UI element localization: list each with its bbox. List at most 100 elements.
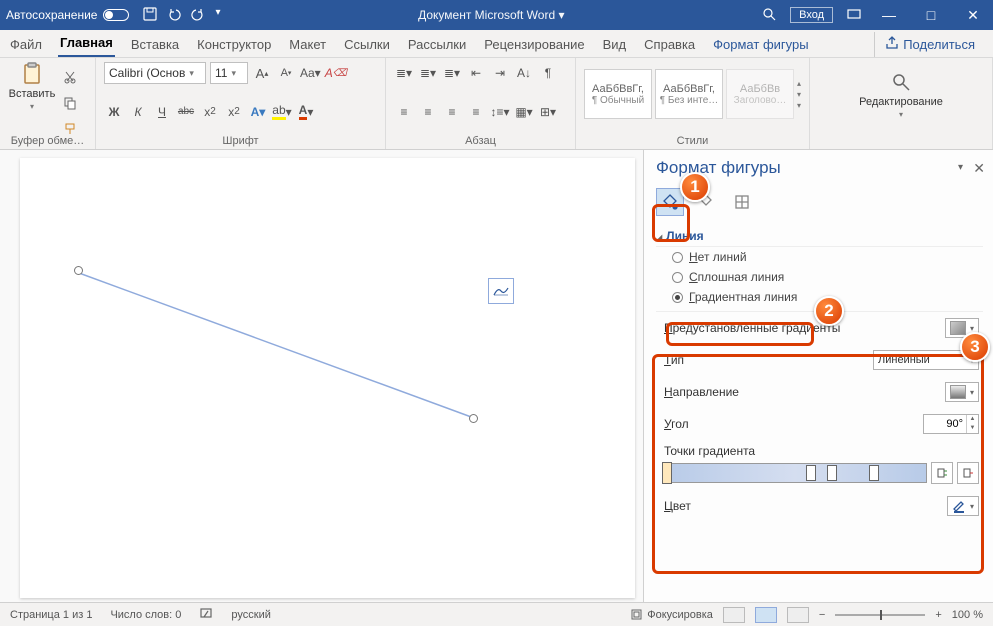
numbering-icon[interactable]: ≣▾ [418,62,438,84]
focus-label: Фокусировка [647,609,713,621]
tab-home[interactable]: Главная [58,30,115,57]
underline-button[interactable]: Ч [152,101,172,123]
section-line[interactable]: Линия [656,226,983,247]
increase-font-icon[interactable]: A▴ [252,62,272,84]
autosave-toggle[interactable] [103,9,129,21]
view-web-icon[interactable] [787,607,809,623]
style-normal[interactable]: АаБбВвГг, ¶ Обычный [584,69,652,119]
minimize-icon[interactable]: — [875,7,903,23]
highlight-icon[interactable]: ab▾ [272,101,292,123]
radio-solid-line[interactable]: Сплошная линия [656,267,983,287]
direction-dropdown[interactable]: ▾ [945,382,979,402]
change-case-icon[interactable]: Aa▾ [300,62,321,84]
redo-icon[interactable] [191,7,205,24]
cut-icon[interactable] [60,66,80,88]
italic-button[interactable]: К [128,101,148,123]
line-spacing-icon[interactable]: ↕≡▾ [490,101,510,123]
shape-handle-end[interactable] [469,414,478,423]
tab-insert[interactable]: Вставка [129,32,181,57]
angle-spinner[interactable]: ▲▼ [923,414,979,434]
clear-format-icon[interactable]: A⌫ [325,62,347,84]
panel-tab-size[interactable] [728,188,756,216]
line-shape[interactable] [74,268,484,428]
editing-button[interactable]: Редактирование ▾ [818,62,984,126]
remove-stop-icon[interactable] [957,462,979,484]
text-effects-icon[interactable]: A▾ [248,101,268,123]
maximize-icon[interactable]: □ [917,7,945,23]
styles-up-icon[interactable]: ▴ [797,79,801,88]
shading-icon[interactable]: ▦▾ [514,101,534,123]
shape-handle-start[interactable] [74,266,83,275]
bullets-icon[interactable]: ≣▾ [394,62,414,84]
zoom-out-icon[interactable]: − [819,609,825,621]
view-read-icon[interactable] [723,607,745,623]
tab-design[interactable]: Конструктор [195,32,273,57]
subscript-icon[interactable]: x2 [200,101,220,123]
gradient-stop[interactable] [662,462,672,484]
view-print-icon[interactable] [755,607,777,623]
font-family-dropdown[interactable]: Calibri (Основ▾ [104,62,206,84]
bold-button[interactable]: Ж [104,101,124,123]
align-center-icon[interactable]: ≡ [418,101,438,123]
sort-icon[interactable]: A↓ [514,62,534,84]
style-heading1[interactable]: АаБбВв Заголово… [726,69,794,119]
tab-format-shape[interactable]: Формат фигуры [711,32,810,57]
decrease-font-icon[interactable]: A▾ [276,62,296,84]
styles-down-icon[interactable]: ▾ [797,90,801,99]
focus-mode[interactable]: Фокусировка [630,608,713,621]
radio-icon [672,272,683,283]
gradient-stop[interactable] [827,465,837,481]
zoom-level[interactable]: 100 % [952,609,983,621]
tab-references[interactable]: Ссылки [342,32,392,57]
font-size-dropdown[interactable]: 11▾ [210,62,248,84]
strike-button[interactable]: abc [176,101,196,123]
styles-more-icon[interactable]: ▾ [797,101,801,110]
show-marks-icon[interactable]: ¶ [538,62,558,84]
tab-review[interactable]: Рецензирование [482,32,586,57]
login-button[interactable]: Вход [790,7,833,23]
panel-tab-fill[interactable] [656,188,684,216]
spin-up-icon[interactable]: ▲ [967,415,978,424]
tab-help[interactable]: Справка [642,32,697,57]
share-button[interactable]: Поделиться [874,32,985,57]
color-dropdown[interactable]: ▾ [947,496,979,516]
undo-icon[interactable] [167,7,181,24]
align-right-icon[interactable]: ≡ [442,101,462,123]
add-stop-icon[interactable] [931,462,953,484]
spellcheck-icon[interactable] [199,606,213,623]
radio-no-line[interactable]: Нет линий [656,247,983,267]
style-no-spacing[interactable]: АаБбВвГг, ¶ Без инте… [655,69,723,119]
tab-file[interactable]: Файл [8,32,44,57]
indent-dec-icon[interactable]: ⇤ [466,62,486,84]
close-icon[interactable]: ✕ [959,7,987,24]
align-left-icon[interactable]: ≡ [394,101,414,123]
save-icon[interactable] [143,7,157,24]
status-words[interactable]: Число слов: 0 [110,609,181,621]
angle-input[interactable] [924,418,966,430]
document-area[interactable] [0,150,643,602]
status-page[interactable]: Страница 1 из 1 [10,609,92,621]
multilevel-icon[interactable]: ≣▾ [442,62,462,84]
ribbon-options-icon[interactable] [847,7,861,24]
gradient-stop[interactable] [806,465,816,481]
status-lang[interactable]: русский [231,609,270,621]
borders-icon[interactable]: ⊞▾ [538,101,558,123]
tab-layout[interactable]: Макет [287,32,328,57]
panel-options-icon[interactable]: ▾ [958,162,963,173]
search-icon[interactable] [762,7,776,24]
zoom-slider[interactable] [835,614,925,616]
layout-options-icon[interactable] [488,278,514,304]
zoom-in-icon[interactable]: + [935,609,941,621]
spin-down-icon[interactable]: ▼ [967,424,978,433]
gradient-stops-slider[interactable] [664,463,927,483]
superscript-icon[interactable]: x2 [224,101,244,123]
align-justify-icon[interactable]: ≡ [466,101,486,123]
copy-icon[interactable] [60,92,80,114]
tab-mail[interactable]: Рассылки [406,32,468,57]
tab-view[interactable]: Вид [601,32,629,57]
paste-button[interactable]: Вставить ▾ [8,62,56,111]
gradient-stop[interactable] [869,465,879,481]
font-color-icon[interactable]: A▾ [296,101,316,123]
indent-inc-icon[interactable]: ⇥ [490,62,510,84]
panel-close-icon[interactable]: ✕ [973,160,985,177]
